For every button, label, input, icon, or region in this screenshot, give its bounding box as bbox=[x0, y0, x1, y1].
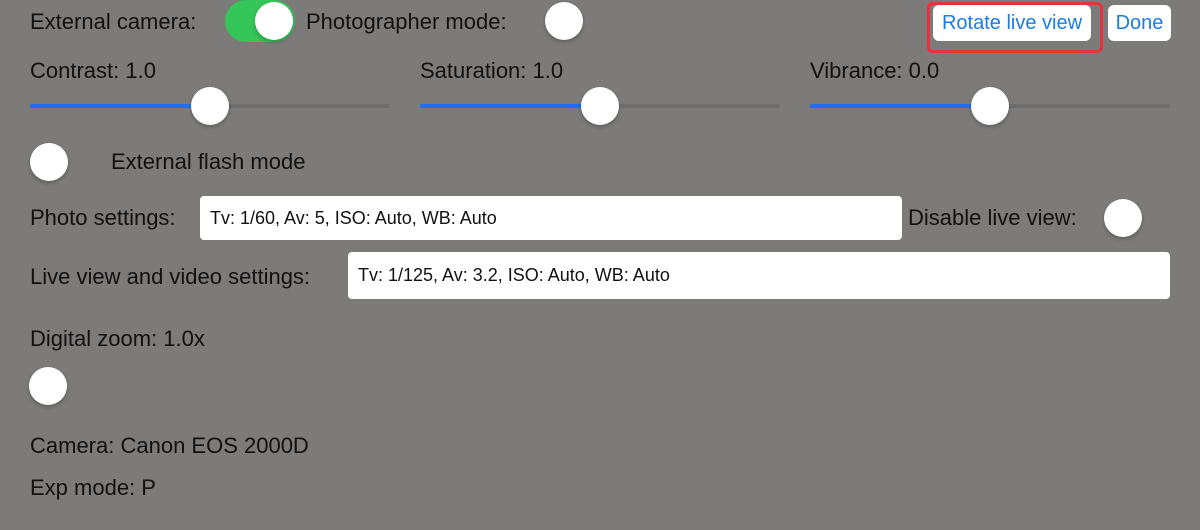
switch-knob bbox=[255, 2, 293, 40]
slider-thumb[interactable] bbox=[191, 87, 229, 125]
photographer-mode-switch[interactable] bbox=[545, 0, 615, 42]
slider-thumb[interactable] bbox=[581, 87, 619, 125]
switch-knob bbox=[30, 143, 68, 181]
rotate-live-view-button[interactable]: Rotate live view bbox=[933, 5, 1091, 41]
switch-knob bbox=[545, 2, 583, 40]
disable-live-view-label: Disable live view: bbox=[908, 205, 1077, 230]
camera-info: Camera: Canon EOS 2000D bbox=[30, 433, 309, 458]
live-view-settings-field[interactable] bbox=[348, 252, 1170, 299]
live-view-settings-label: Live view and video settings: bbox=[30, 264, 311, 289]
vibrance-slider[interactable] bbox=[810, 86, 1170, 126]
photo-settings-field[interactable] bbox=[200, 196, 902, 240]
saturation-slider[interactable] bbox=[420, 86, 780, 126]
done-button[interactable]: Done bbox=[1108, 5, 1171, 41]
contrast-label: Contrast: 1.0 bbox=[30, 58, 156, 83]
digital-zoom-label: Digital zoom: 1.0x bbox=[30, 326, 205, 351]
slider-thumb[interactable] bbox=[971, 87, 1009, 125]
external-camera-switch[interactable] bbox=[225, 0, 295, 42]
slider-fill bbox=[30, 104, 210, 108]
disable-live-view-switch[interactable] bbox=[1104, 197, 1174, 239]
switch-knob bbox=[1104, 199, 1142, 237]
external-camera-label: External camera: bbox=[30, 9, 197, 34]
external-flash-switch[interactable] bbox=[30, 141, 100, 183]
external-flash-label: External flash mode bbox=[111, 149, 306, 174]
exp-mode-info: Exp mode: P bbox=[30, 475, 156, 500]
contrast-slider[interactable] bbox=[30, 86, 390, 126]
slider-fill bbox=[420, 104, 600, 108]
photographer-mode-label: Photographer mode: bbox=[306, 9, 507, 34]
saturation-label: Saturation: 1.0 bbox=[420, 58, 564, 83]
slider-fill bbox=[810, 104, 990, 108]
photo-settings-label: Photo settings: bbox=[30, 205, 176, 230]
vibrance-label: Vibrance: 0.0 bbox=[810, 58, 940, 83]
slider-thumb[interactable] bbox=[29, 367, 67, 405]
digital-zoom-slider[interactable] bbox=[29, 366, 67, 406]
